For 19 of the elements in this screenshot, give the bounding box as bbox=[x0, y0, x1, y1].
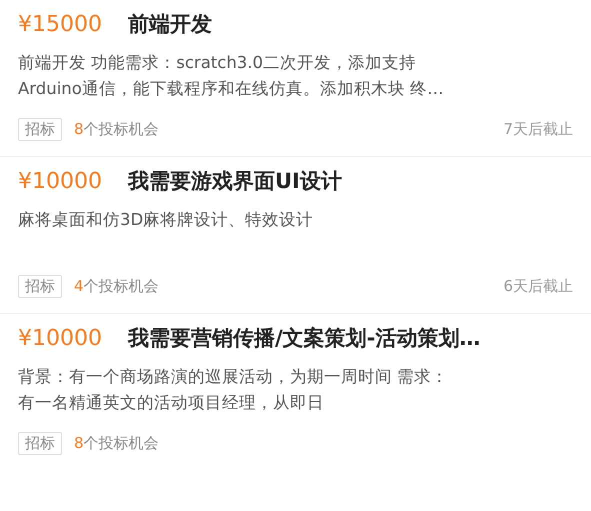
bid-count: 4个投标机会 bbox=[74, 277, 159, 296]
project-title[interactable]: 我需要营销传播/文案策划-活动策划… bbox=[128, 324, 480, 352]
deadline-text: 6天后截止 bbox=[503, 277, 573, 296]
bid-count: 8个投标机会 bbox=[74, 434, 159, 453]
description-line: 背景：有一个商场路演的巡展活动，为期一周时间 需求： bbox=[18, 366, 450, 388]
project-price: ¥10000 bbox=[18, 326, 102, 351]
deadline-text: 7天后截止 bbox=[503, 120, 573, 139]
description-line: 前端开发 功能需求：scratch3.0二次开发，添加支持 bbox=[18, 52, 418, 74]
description-line: Arduino通信，能下载程序和在线仿真。添加积木块 终… bbox=[18, 78, 445, 100]
project-title[interactable]: 我需要游戏界面UI设计 bbox=[128, 167, 342, 195]
tag-label: 招标 bbox=[18, 118, 62, 141]
bid-count: 8个投标机会 bbox=[74, 120, 159, 139]
description-line: 有一名精通英文的活动项目经理，从即日 bbox=[18, 392, 325, 414]
tag-label: 招标 bbox=[18, 432, 62, 455]
project-title[interactable]: 前端开发 bbox=[128, 10, 212, 38]
project-price: ¥15000 bbox=[18, 12, 102, 37]
tag-label: 招标 bbox=[18, 275, 62, 298]
description-line: 麻将桌面和仿3D麻将牌设计、特效设计 bbox=[18, 209, 314, 231]
project-price: ¥10000 bbox=[18, 169, 102, 194]
